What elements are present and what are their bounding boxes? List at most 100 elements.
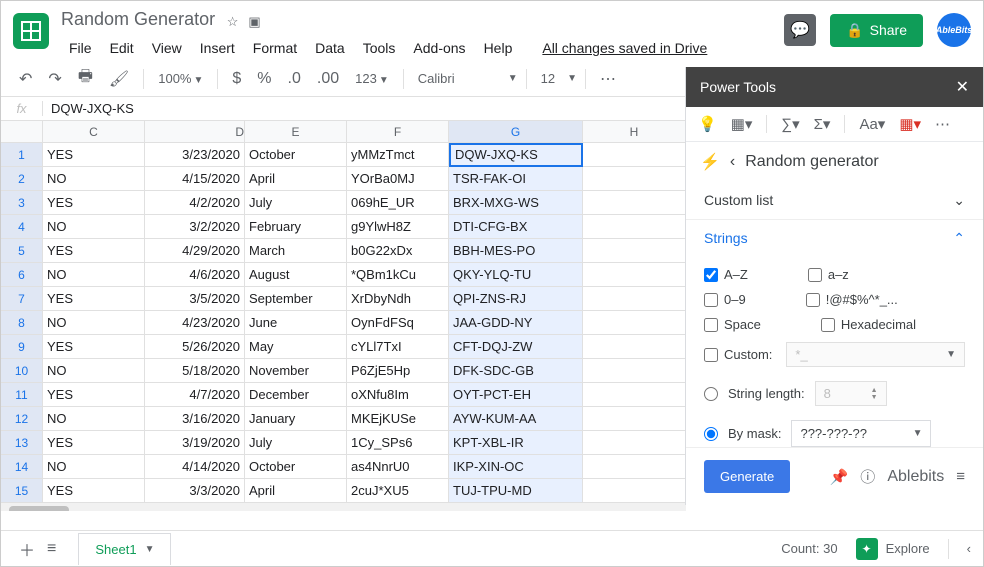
radio-by-mask[interactable] xyxy=(704,427,718,441)
mask-input[interactable]: ???-???-??▼ xyxy=(791,420,931,447)
cell[interactable] xyxy=(583,311,686,335)
cell[interactable]: as4NnrU0 xyxy=(347,455,449,479)
row-header[interactable]: 1 xyxy=(1,143,43,167)
cell[interactable]: BBH-MES-PO xyxy=(449,239,583,263)
font-size-select[interactable]: 12 xyxy=(535,71,561,86)
cell[interactable]: OynFdFSq xyxy=(347,311,449,335)
cell[interactable]: September xyxy=(245,287,347,311)
more-toolbar-button[interactable]: ⋯ xyxy=(594,65,622,93)
cell[interactable]: YES xyxy=(43,287,145,311)
menu-tools[interactable]: Tools xyxy=(355,36,404,60)
col-header-E[interactable]: E xyxy=(245,121,347,142)
cell[interactable]: 4/14/2020 xyxy=(145,455,245,479)
row-header[interactable]: 4 xyxy=(1,215,43,239)
text-tool-icon[interactable]: Aa▾ xyxy=(859,115,885,133)
col-header-H[interactable]: H xyxy=(583,121,686,142)
font-select[interactable]: Calibri xyxy=(412,71,502,86)
cell[interactable]: YES xyxy=(43,239,145,263)
cell[interactable]: 4/6/2020 xyxy=(145,263,245,287)
cell[interactable]: 3/19/2020 xyxy=(145,431,245,455)
menu-insert[interactable]: Insert xyxy=(192,36,243,60)
menu-help[interactable]: Help xyxy=(476,36,521,60)
all-sheets-button[interactable]: ≡ xyxy=(41,536,62,562)
row-header[interactable]: 5 xyxy=(1,239,43,263)
cell[interactable] xyxy=(583,167,686,191)
cell[interactable]: NO xyxy=(43,407,145,431)
cell[interactable] xyxy=(583,479,686,503)
row-header[interactable]: 6 xyxy=(1,263,43,287)
cell[interactable]: CFT-DQJ-ZW xyxy=(449,335,583,359)
row-header[interactable]: 12 xyxy=(1,407,43,431)
cell[interactable]: November xyxy=(245,359,347,383)
selection-count[interactable]: Count: 30 xyxy=(781,541,837,556)
cell[interactable]: NO xyxy=(43,215,145,239)
document-title[interactable]: Random Generator xyxy=(61,9,215,30)
cell[interactable]: YES xyxy=(43,335,145,359)
cell[interactable]: 3/16/2020 xyxy=(145,407,245,431)
cell[interactable]: YES xyxy=(43,479,145,503)
cell[interactable]: August xyxy=(245,263,347,287)
cell[interactable]: IKP-XIN-OC xyxy=(449,455,583,479)
row-header[interactable]: 11 xyxy=(1,383,43,407)
cell[interactable]: 4/15/2020 xyxy=(145,167,245,191)
cell[interactable] xyxy=(583,407,686,431)
cell[interactable]: JAA-GDD-NY xyxy=(449,311,583,335)
undo-button[interactable]: ↶ xyxy=(13,65,38,93)
cell[interactable] xyxy=(583,287,686,311)
menu-icon[interactable]: ≡ xyxy=(956,468,965,485)
row-header[interactable]: 8 xyxy=(1,311,43,335)
cell[interactable] xyxy=(583,263,686,287)
more-tools-icon[interactable]: ⋯ xyxy=(935,115,950,133)
cell[interactable] xyxy=(583,191,686,215)
section-strings[interactable]: Strings ⌃ xyxy=(686,220,983,257)
menu-data[interactable]: Data xyxy=(307,36,353,60)
checkbox-hex[interactable]: Hexadecimal xyxy=(821,317,916,332)
add-sheet-button[interactable]: ＋ xyxy=(13,533,41,565)
row-header[interactable]: 7 xyxy=(1,287,43,311)
row-header[interactable]: 15 xyxy=(1,479,43,503)
cell[interactable]: b0G22xDx xyxy=(347,239,449,263)
custom-chars-input[interactable]: *_▼ xyxy=(786,342,965,367)
cell[interactable]: 5/26/2020 xyxy=(145,335,245,359)
sigma-tool-icon[interactable]: Σ▾ xyxy=(814,115,831,133)
menu-view[interactable]: View xyxy=(144,36,190,60)
cell[interactable]: DQW-JXQ-KS xyxy=(449,143,583,167)
cell[interactable]: 1Cy_SPs6 xyxy=(347,431,449,455)
star-icon[interactable]: ☆ xyxy=(227,14,239,30)
cell[interactable]: May xyxy=(245,335,347,359)
cell[interactable]: YOrBa0MJ xyxy=(347,167,449,191)
cell[interactable] xyxy=(583,431,686,455)
paint-format-button[interactable]: 🖌 xyxy=(103,65,135,93)
cell[interactable]: NO xyxy=(43,167,145,191)
pin-icon[interactable]: 📌 xyxy=(830,468,849,486)
cell[interactable] xyxy=(583,359,686,383)
grid-tool-icon[interactable]: ▦▾ xyxy=(731,115,753,133)
print-button[interactable]: 🖶 xyxy=(72,61,99,96)
dedupe-tool-icon[interactable]: 💡 xyxy=(698,115,717,133)
cell[interactable]: TUJ-TPU-MD xyxy=(449,479,583,503)
sheets-logo[interactable] xyxy=(13,13,49,49)
share-button[interactable]: 🔒Share xyxy=(830,14,923,47)
col-header-F[interactable]: F xyxy=(347,121,449,142)
checkbox-space[interactable]: Space xyxy=(704,317,761,332)
cell[interactable]: October xyxy=(245,143,347,167)
cell[interactable]: OYT-PCT-EH xyxy=(449,383,583,407)
cell[interactable]: 3/5/2020 xyxy=(145,287,245,311)
cell[interactable]: QKY-YLQ-TU xyxy=(449,263,583,287)
cell[interactable]: 4/2/2020 xyxy=(145,191,245,215)
cell[interactable]: January xyxy=(245,407,347,431)
percent-button[interactable]: % xyxy=(251,66,277,92)
menu-edit[interactable]: Edit xyxy=(102,36,142,60)
zoom-select[interactable]: 100%▼ xyxy=(152,71,209,86)
cell[interactable]: April xyxy=(245,479,347,503)
comments-button[interactable]: 💬 xyxy=(784,14,816,46)
cell[interactable]: July xyxy=(245,191,347,215)
cell[interactable]: cYLl7TxI xyxy=(347,335,449,359)
cell[interactable]: QPI-ZNS-RJ xyxy=(449,287,583,311)
cell[interactable]: 3/23/2020 xyxy=(145,143,245,167)
cell[interactable]: October xyxy=(245,455,347,479)
col-header-G[interactable]: G xyxy=(449,121,583,142)
cell[interactable]: XrDbyNdh xyxy=(347,287,449,311)
cell[interactable]: 3/3/2020 xyxy=(145,479,245,503)
cell[interactable]: NO xyxy=(43,455,145,479)
